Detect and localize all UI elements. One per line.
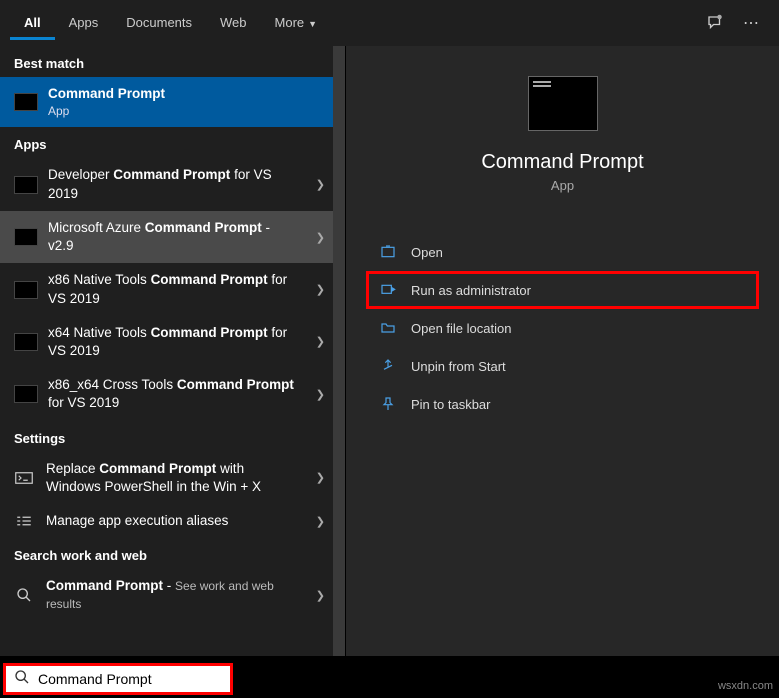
action-label: Open file location — [411, 321, 511, 336]
cmd-icon — [14, 228, 38, 246]
result-app-1[interactable]: Microsoft Azure Command Prompt - v2.9 ❯ — [0, 211, 345, 263]
result-app-3[interactable]: x64 Native Tools Command Prompt for VS 2… — [0, 316, 345, 368]
result-title: Command Prompt — [48, 85, 333, 103]
unpin-icon — [379, 358, 397, 374]
preview-subtitle: App — [551, 178, 574, 193]
group-settings: Settings — [0, 421, 345, 452]
terminal-icon — [12, 471, 36, 485]
cmd-icon — [14, 281, 38, 299]
chevron-right-icon[interactable]: ❯ — [308, 589, 333, 602]
result-title: x86 Native Tools Command Prompt for VS 2… — [48, 271, 298, 307]
shield-icon — [379, 282, 397, 298]
result-app-4[interactable]: x86_x64 Cross Tools Command Prompt for V… — [0, 368, 345, 420]
chevron-right-icon[interactable]: ❯ — [308, 515, 333, 528]
preview-panel: Command Prompt App Open Run as administr… — [345, 46, 779, 656]
action-label: Unpin from Start — [411, 359, 506, 374]
tab-web[interactable]: Web — [206, 7, 261, 40]
cmd-icon — [14, 176, 38, 194]
action-open-location[interactable]: Open file location — [366, 309, 759, 347]
action-open[interactable]: Open — [366, 233, 759, 271]
chevron-right-icon[interactable]: ❯ — [308, 388, 333, 401]
group-web: Search work and web — [0, 538, 345, 569]
chevron-right-icon[interactable]: ❯ — [308, 471, 333, 484]
search-box[interactable] — [3, 663, 233, 695]
search-icon — [12, 587, 36, 603]
result-subtitle: App — [48, 103, 333, 119]
result-app-2[interactable]: x86 Native Tools Command Prompt for VS 2… — [0, 263, 345, 315]
cmd-icon — [14, 93, 38, 111]
chevron-right-icon[interactable]: ❯ — [308, 335, 333, 348]
search-input[interactable] — [38, 671, 222, 687]
pin-icon — [379, 396, 397, 412]
more-options-icon[interactable]: ⋯ — [733, 13, 769, 33]
filter-tabs: All Apps Documents Web More▼ ⋯ — [0, 0, 779, 46]
preview-title: Command Prompt — [481, 151, 643, 174]
result-web-0[interactable]: Command Prompt - See work and web result… — [0, 569, 345, 621]
tab-documents[interactable]: Documents — [112, 7, 206, 40]
chevron-right-icon[interactable]: ❯ — [308, 283, 333, 296]
cmd-icon — [14, 333, 38, 351]
group-best-match: Best match — [0, 46, 345, 77]
open-icon — [379, 244, 397, 260]
result-title: Command Prompt - See work and web result… — [46, 577, 298, 613]
cmd-icon — [14, 385, 38, 403]
folder-icon — [379, 320, 397, 336]
result-title: x64 Native Tools Command Prompt for VS 2… — [48, 324, 298, 360]
actions-list: Open Run as administrator Open file loca… — [346, 233, 779, 423]
action-label: Pin to taskbar — [411, 397, 491, 412]
results-panel: Best match Command Prompt App Apps Devel… — [0, 46, 345, 656]
group-apps: Apps — [0, 127, 345, 158]
result-title: x86_x64 Cross Tools Command Prompt for V… — [48, 376, 298, 412]
feedback-icon[interactable] — [697, 14, 733, 32]
list-icon — [12, 514, 36, 528]
action-label: Open — [411, 245, 443, 260]
result-setting-0[interactable]: Replace Command Prompt with Windows Powe… — [0, 452, 345, 504]
action-unpin-start[interactable]: Unpin from Start — [366, 347, 759, 385]
chevron-right-icon[interactable]: ❯ — [308, 231, 333, 244]
tab-all[interactable]: All — [10, 7, 55, 40]
watermark: wsxdn.com — [718, 680, 773, 692]
cmd-icon-large — [528, 76, 598, 131]
tab-apps[interactable]: Apps — [55, 7, 113, 40]
result-best-match[interactable]: Command Prompt App — [0, 77, 345, 127]
action-run-as-admin[interactable]: Run as administrator — [366, 271, 759, 309]
chevron-right-icon[interactable]: ❯ — [308, 178, 333, 191]
chevron-down-icon: ▼ — [308, 19, 317, 29]
search-icon — [14, 669, 30, 690]
action-label: Run as administrator — [411, 283, 531, 298]
result-setting-1[interactable]: Manage app execution aliases ❯ — [0, 504, 345, 538]
result-title: Developer Command Prompt for VS 2019 — [48, 166, 298, 202]
action-pin-taskbar[interactable]: Pin to taskbar — [366, 385, 759, 423]
result-title: Replace Command Prompt with Windows Powe… — [46, 460, 298, 496]
result-title: Manage app execution aliases — [46, 512, 298, 530]
tab-more[interactable]: More▼ — [261, 7, 332, 40]
result-app-0[interactable]: Developer Command Prompt for VS 2019 ❯ — [0, 158, 345, 210]
scrollbar[interactable] — [333, 46, 345, 656]
result-title: Microsoft Azure Command Prompt - v2.9 — [48, 219, 298, 255]
